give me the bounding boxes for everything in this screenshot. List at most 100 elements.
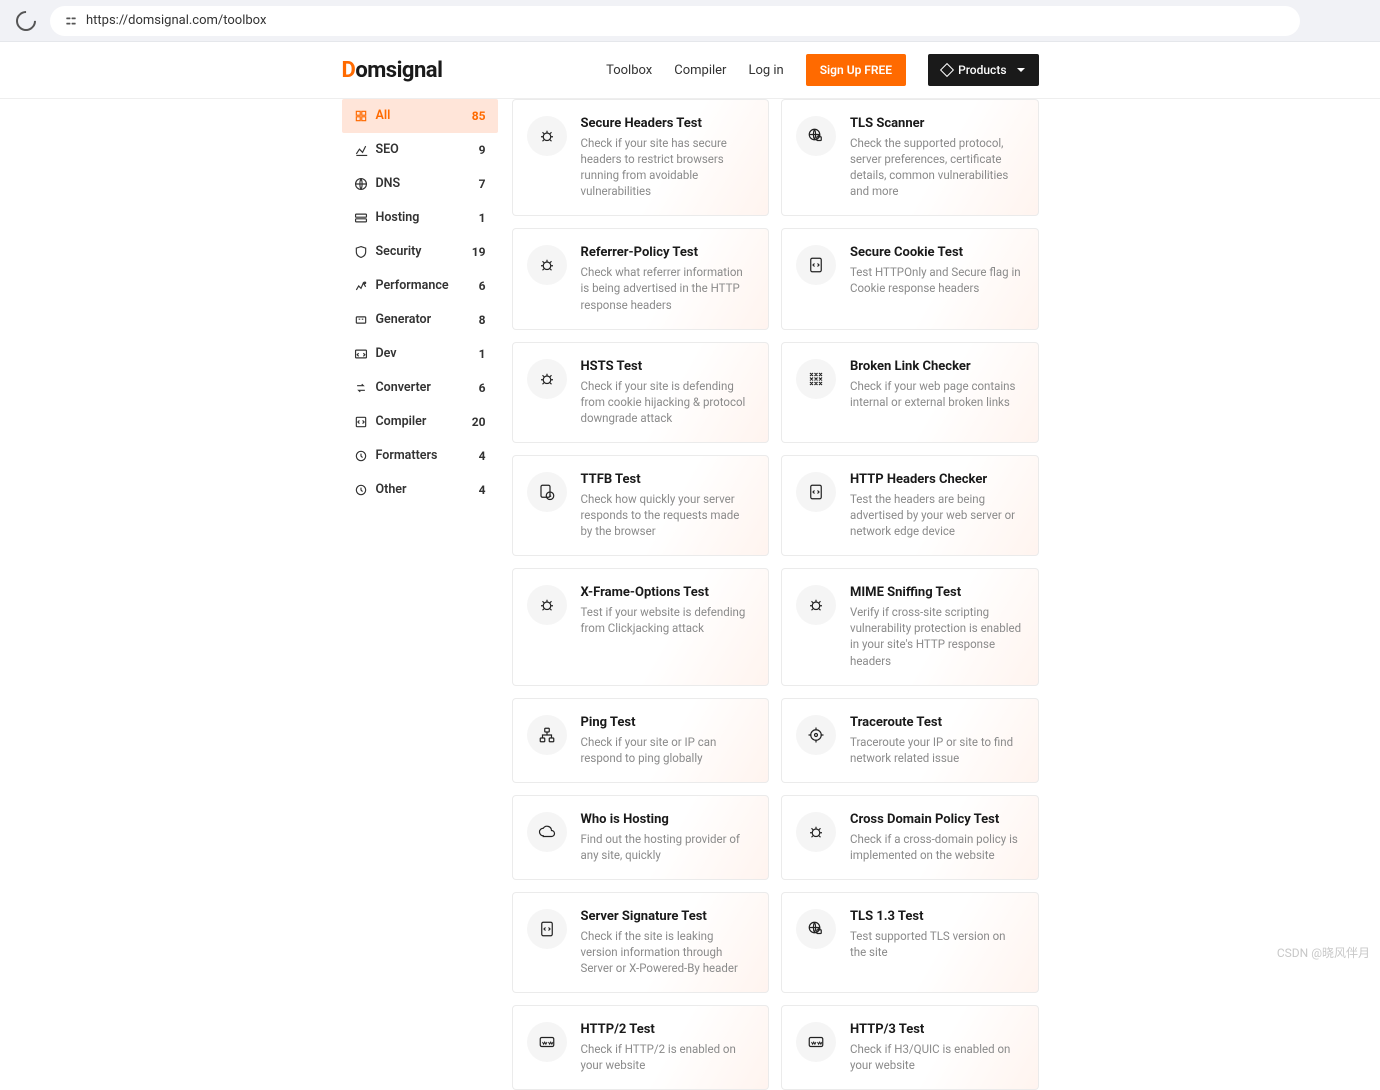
chevron-down-icon: [1017, 68, 1025, 72]
bug-icon: [527, 359, 567, 399]
sidebar-item-generator[interactable]: Generator 8: [342, 303, 498, 337]
tool-card-title: Secure Headers Test: [581, 116, 753, 131]
sidebar-item-formatters[interactable]: Formatters 4: [342, 439, 498, 473]
slash-icon: [796, 359, 836, 399]
sidebar-item-label: Security: [376, 244, 422, 259]
brand-logo[interactable]: Domsignal: [342, 58, 443, 83]
tool-card-title: HTTP/3 Test: [850, 1022, 1022, 1037]
url-text: https://domsignal.com/toolbox: [86, 13, 266, 28]
signup-button[interactable]: Sign Up FREE: [806, 54, 906, 86]
bug-icon: [527, 585, 567, 625]
tool-card[interactable]: Ping Test Check if your site or IP can r…: [512, 698, 770, 783]
tool-card-desc: Find out the hosting provider of any sit…: [581, 831, 753, 863]
tool-card[interactable]: Broken Link Checker Check if your web pa…: [781, 342, 1039, 443]
sidebar-item-label: SEO: [376, 142, 399, 157]
tool-card-title: TLS Scanner: [850, 116, 1022, 131]
sidebar-item-converter[interactable]: Converter 6: [342, 371, 498, 405]
sidebar-item-compiler[interactable]: Compiler 20: [342, 405, 498, 439]
sidebar-item-other[interactable]: Other 4: [342, 473, 498, 507]
tool-card-desc: Check how quickly your server responds t…: [581, 491, 753, 539]
tool-card-title: HTTP Headers Checker: [850, 472, 1022, 487]
watermark: CSDN @晓风伴月: [1277, 944, 1370, 961]
tool-card-desc: Check if a cross-domain policy is implem…: [850, 831, 1022, 863]
tool-card-desc: Check if your site is defending from coo…: [581, 378, 753, 426]
sidebar-item-count: 7: [479, 177, 486, 191]
tool-card-title: Ping Test: [581, 715, 753, 730]
tool-card-desc: Check the supported protocol, server pre…: [850, 135, 1022, 199]
sidebar-item-count: 20: [472, 415, 486, 429]
tool-card-desc: Check if the site is leaking version inf…: [581, 928, 753, 976]
sidebar-item-dev[interactable]: Dev 1: [342, 337, 498, 371]
category-icon: [354, 279, 368, 293]
tool-card-title: Traceroute Test: [850, 715, 1022, 730]
sidebar-item-all[interactable]: All 85: [342, 99, 498, 133]
nav-toolbox[interactable]: Toolbox: [606, 63, 652, 78]
tool-card-title: HTTP/2 Test: [581, 1022, 753, 1037]
tool-card[interactable]: Traceroute Test Traceroute your IP or si…: [781, 698, 1039, 783]
category-icon: [354, 347, 368, 361]
tool-card[interactable]: MIME Sniffing Test Verify if cross-site …: [781, 568, 1039, 685]
tools-grid: Secure Headers Test Check if your site h…: [512, 99, 1039, 1090]
tool-card[interactable]: TTFB Test Check how quickly your server …: [512, 455, 770, 556]
tool-card[interactable]: HTTP/2 Test Check if HTTP/2 is enabled o…: [512, 1005, 770, 1090]
www-icon: [796, 1022, 836, 1062]
category-icon: [354, 483, 368, 497]
tool-card[interactable]: TLS Scanner Check the supported protocol…: [781, 99, 1039, 216]
sidebar-item-label: Converter: [376, 380, 431, 395]
tool-card-desc: Check if your site has secure headers to…: [581, 135, 753, 199]
category-icon: [354, 313, 368, 327]
reload-icon[interactable]: [12, 6, 40, 34]
tool-card[interactable]: Who is Hosting Find out the hosting prov…: [512, 795, 770, 880]
products-button[interactable]: Products: [928, 54, 1038, 86]
tool-card-desc: Check what referrer information is being…: [581, 264, 753, 312]
sidebar-item-hosting[interactable]: Hosting 1: [342, 201, 498, 235]
nav-login[interactable]: Log in: [748, 63, 783, 78]
tool-card[interactable]: Cross Domain Policy Test Check if a cros…: [781, 795, 1039, 880]
tool-card-desc: Check if your web page contains internal…: [850, 378, 1022, 410]
tool-card-desc: Test if your website is defending from C…: [581, 604, 753, 636]
sidebar-item-count: 1: [479, 347, 486, 361]
file-clock-icon: [527, 472, 567, 512]
bug-icon: [527, 116, 567, 156]
code-file-icon: [527, 909, 567, 949]
sidebar-item-count: 8: [479, 313, 486, 327]
network-icon: [527, 715, 567, 755]
nav-compiler[interactable]: Compiler: [674, 63, 726, 78]
sidebar-item-dns[interactable]: DNS 7: [342, 167, 498, 201]
url-bar[interactable]: https://domsignal.com/toolbox: [50, 6, 1300, 36]
tool-card[interactable]: X-Frame-Options Test Test if your websit…: [512, 568, 770, 685]
tool-card-title: Cross Domain Policy Test: [850, 812, 1022, 827]
category-icon: [354, 449, 368, 463]
bug-icon: [796, 812, 836, 852]
tool-card-desc: Test HTTPOnly and Secure flag in Cookie …: [850, 264, 1022, 296]
header: Domsignal Toolbox Compiler Log in Sign U…: [0, 42, 1380, 99]
tool-card[interactable]: Referrer-Policy Test Check what referrer…: [512, 228, 770, 329]
tool-card-title: Secure Cookie Test: [850, 245, 1022, 260]
sidebar-item-label: Compiler: [376, 414, 427, 429]
cloud-icon: [527, 812, 567, 852]
site-settings-icon: [64, 14, 78, 28]
sidebar-item-count: 6: [479, 279, 486, 293]
tool-card[interactable]: Server Signature Test Check if the site …: [512, 892, 770, 993]
sidebar-item-label: Formatters: [376, 448, 438, 463]
tool-card[interactable]: TLS 1.3 Test Test supported TLS version …: [781, 892, 1039, 993]
tool-card-desc: Check if HTTP/2 is enabled on your websi…: [581, 1041, 753, 1073]
tool-card-desc: Test supported TLS version on the site: [850, 928, 1022, 960]
tool-card[interactable]: Secure Headers Test Check if your site h…: [512, 99, 770, 216]
tool-card-title: Server Signature Test: [581, 909, 753, 924]
tool-card[interactable]: HSTS Test Check if your site is defendin…: [512, 342, 770, 443]
category-icon: [354, 211, 368, 225]
tool-card[interactable]: HTTP/3 Test Check if H3/QUIC is enabled …: [781, 1005, 1039, 1090]
tool-card-desc: Traceroute your IP or site to find netwo…: [850, 734, 1022, 766]
sidebar-item-seo[interactable]: SEO 9: [342, 133, 498, 167]
sidebar-item-performance[interactable]: Performance 6: [342, 269, 498, 303]
diamond-icon: [940, 63, 954, 77]
sidebar-item-security[interactable]: Security 19: [342, 235, 498, 269]
bug-icon: [796, 585, 836, 625]
sidebar-item-label: DNS: [376, 176, 401, 191]
target-icon: [796, 715, 836, 755]
tool-card-desc: Test the headers are being advertised by…: [850, 491, 1022, 539]
sidebar-item-label: Dev: [376, 346, 397, 361]
tool-card[interactable]: HTTP Headers Checker Test the headers ar…: [781, 455, 1039, 556]
tool-card[interactable]: Secure Cookie Test Test HTTPOnly and Sec…: [781, 228, 1039, 329]
